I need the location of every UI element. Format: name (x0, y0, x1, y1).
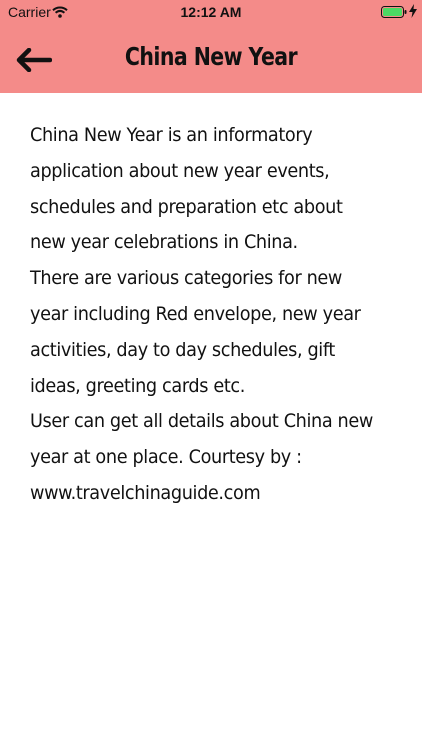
charging-bolt-icon (409, 4, 417, 18)
battery-icon (381, 5, 407, 18)
top-bar: Carrier 12:12 AM China New Year (0, 0, 422, 93)
page-title: China New Year (124, 42, 298, 71)
status-bar: Carrier 12:12 AM (0, 0, 422, 24)
navigation-bar: China New Year (0, 24, 422, 93)
back-button[interactable] (10, 40, 56, 80)
app-description: China New Year is an informatory applica… (30, 124, 373, 504)
status-time: 12:12 AM (180, 4, 242, 20)
content-area: China New Year is an informatory applica… (30, 118, 400, 512)
app-screen: Carrier 12:12 AM China New Year China Ne… (0, 0, 422, 750)
